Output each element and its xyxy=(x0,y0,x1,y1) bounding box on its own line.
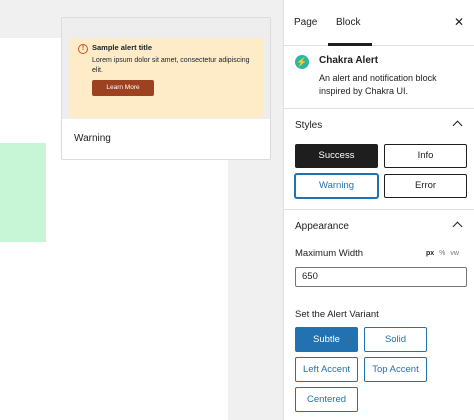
unit-selector: px% vw xyxy=(426,250,464,257)
lightning-icon: ⚡ xyxy=(295,55,309,69)
style-success-button[interactable]: Success xyxy=(295,144,378,168)
settings-sidebar: Page Block ✕ ⚡ Chakra Alert An alert and… xyxy=(283,0,474,420)
style-warning-button[interactable]: Warning xyxy=(295,174,378,198)
sidebar-tabs: Page Block ✕ xyxy=(284,0,474,46)
chevron-up-icon[interactable] xyxy=(452,120,463,131)
tab-page[interactable]: Page xyxy=(294,0,317,46)
unit-vw[interactable]: vw xyxy=(450,250,459,257)
editor-canvas: ! Sample alert title Lorem ipsum dolor s… xyxy=(0,0,271,420)
block-card: ⚡ Chakra Alert An alert and notification… xyxy=(284,46,474,109)
variant-subtle-button[interactable]: Subtle xyxy=(295,327,358,352)
learn-more-button: Learn More xyxy=(92,80,154,96)
preview-alert: ! Sample alert title Lorem ipsum dolor s… xyxy=(70,38,264,118)
warning-icon: ! xyxy=(78,44,88,54)
max-width-label: Maximum Width xyxy=(295,248,364,259)
unit-percent[interactable]: % xyxy=(439,250,445,257)
variant-left-accent-button[interactable]: Left Accent xyxy=(295,357,358,382)
alert-title: Sample alert title xyxy=(92,43,153,52)
tab-block[interactable]: Block xyxy=(336,0,360,46)
success-alert-block[interactable] xyxy=(0,143,46,242)
variant-centered-button[interactable]: Centered xyxy=(295,387,358,412)
variant-top-accent-button[interactable]: Top Accent xyxy=(364,357,427,382)
variant-solid-button[interactable]: Solid xyxy=(364,327,427,352)
styles-title: Styles xyxy=(295,120,323,131)
style-info-button[interactable]: Info xyxy=(384,144,467,168)
preview-frame: ! Sample alert title Lorem ipsum dolor s… xyxy=(62,18,270,119)
chevron-up-icon[interactable] xyxy=(452,221,463,232)
style-error-button[interactable]: Error xyxy=(384,174,467,198)
variant-label: Set the Alert Variant xyxy=(295,309,379,320)
styles-panel-header[interactable]: Styles xyxy=(284,109,474,141)
appearance-title: Appearance xyxy=(295,221,349,232)
style-preview-popover: ! Sample alert title Lorem ipsum dolor s… xyxy=(61,17,271,160)
close-icon[interactable]: ✕ xyxy=(454,15,464,29)
block-description: An alert and notification block inspired… xyxy=(319,73,437,96)
preview-style-label: Warning xyxy=(74,133,111,144)
appearance-panel-header[interactable]: Appearance xyxy=(284,210,474,242)
alert-description: Lorem ipsum dolor sit amet, consectetur … xyxy=(92,57,250,74)
styles-panel: Styles Success Info Warning Error xyxy=(284,109,474,210)
appearance-panel: Appearance Maximum Width px% vw 650 Set t… xyxy=(284,210,474,412)
block-title: Chakra Alert xyxy=(319,55,379,66)
unit-px[interactable]: px xyxy=(426,250,434,257)
max-width-input[interactable]: 650 xyxy=(295,267,467,287)
